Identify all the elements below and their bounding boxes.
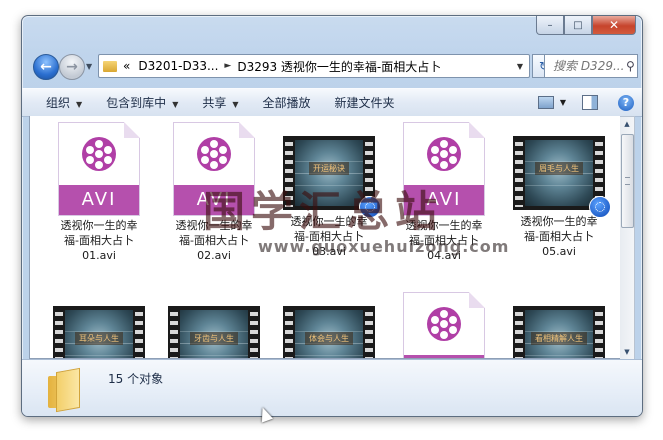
file-item[interactable]: AVI 透视你一生的幸 福-面相大占卜 01.avi [44, 122, 154, 263]
address-bar[interactable]: « D3201-D33... ► D3293 透视你一生的幸福-面相大占卜 ▼ [98, 54, 530, 78]
scrollbar-thumb[interactable] [621, 134, 634, 228]
file-name: 透视你一生的幸 福-面相大占卜 05.avi [504, 214, 614, 259]
file-item[interactable]: 耳朵与人生 [44, 292, 154, 358]
breadcrumb-crumb-1[interactable]: D3201-D33... [138, 59, 218, 73]
avi-file-icon: AVI [403, 292, 485, 358]
media-player-badge-icon [589, 196, 611, 218]
file-name-line: 透视你一生的幸 [60, 219, 138, 232]
video-thumbnail: 看相精解人生 [513, 306, 605, 358]
search-input[interactable] [551, 58, 625, 74]
back-button[interactable]: ← [33, 54, 59, 80]
file-name: 透视你一生的幸 福-面相大占卜 01.avi [44, 218, 154, 263]
chevron-right-icon[interactable]: ► [224, 61, 231, 71]
maximize-button[interactable]: □ [564, 16, 592, 35]
organize-label: 组织 [46, 96, 71, 110]
details-pane: 15 个对象 [22, 359, 642, 416]
change-view-icon[interactable] [537, 96, 554, 109]
vertical-scrollbar[interactable]: ▲ ▼ [620, 116, 635, 360]
view-tools: ▼ ? [537, 94, 634, 111]
close-button[interactable]: ✕ [592, 16, 636, 35]
breadcrumb-crumb-2[interactable]: D3293 透视你一生的幸福-面相大占卜 [237, 58, 441, 75]
file-item[interactable]: 体会与人生 [274, 292, 384, 358]
thumbnail-caption: 开运秘诀 [309, 162, 349, 175]
video-thumbnail: 体会与人生 [283, 306, 375, 358]
watermark-text: 国学汇总站 [203, 187, 444, 236]
search-icon[interactable]: ⚲ [626, 59, 635, 73]
file-item[interactable]: AVI [389, 292, 499, 358]
file-name-line: 02.avi [197, 249, 231, 262]
breadcrumb-overflow[interactable]: « [123, 59, 130, 73]
chevron-down-icon[interactable]: ▼ [560, 98, 566, 107]
item-count: 15 个对象 [108, 372, 164, 386]
folder-icon [48, 367, 82, 413]
file-name-line: 福-面相大占卜 [64, 234, 134, 247]
share-menu[interactable]: 共享 ▼ [190, 94, 250, 111]
chevron-down-icon: ▼ [76, 100, 83, 109]
thumbnail-caption: 牙齿与人生 [190, 332, 238, 345]
thumbnail-caption: 眉毛与人生 [535, 162, 583, 175]
file-name-line: 01.avi [82, 249, 116, 262]
file-item[interactable]: 看相精解人生 [504, 292, 614, 358]
organize-menu[interactable]: 组织 ▼ [22, 94, 94, 111]
include-library-label: 包含到库中 [106, 96, 167, 110]
avi-file-icon: AVI [58, 122, 140, 216]
caption-buttons: – □ ✕ [536, 16, 636, 35]
navigation-bar: ← → ▼ « D3201-D33... ► D3293 透视你一生的幸福-面相… [30, 52, 638, 80]
share-label: 共享 [202, 96, 227, 110]
video-thumbnail: 牙齿与人生 [168, 306, 260, 358]
thumbnail-caption: 体会与人生 [305, 332, 353, 345]
command-bar: 组织 ▼ 包含到库中 ▼ 共享 ▼ 全部播放 新建文件夹 ▼ ? [22, 88, 642, 117]
folder-icon [103, 60, 117, 72]
video-thumbnail: 眉毛与人生 [513, 136, 611, 218]
help-icon[interactable]: ? [618, 94, 634, 111]
search-box[interactable]: ⚲ [544, 54, 638, 78]
file-item[interactable]: 眉毛与人生 透视你一生的幸 福-面相大占卜 05.avi [504, 122, 614, 259]
file-name-line: 福-面相大占卜 [524, 230, 594, 243]
avi-label: AVI [59, 185, 139, 215]
scroll-down-icon[interactable]: ▼ [620, 345, 634, 359]
new-folder-button[interactable]: 新建文件夹 [323, 94, 407, 111]
recent-pages-dropdown-icon[interactable]: ▼ [86, 62, 92, 71]
minimize-button[interactable]: – [536, 16, 564, 35]
file-name-line: 05.avi [542, 245, 576, 258]
file-item[interactable]: 牙齿与人生 [159, 292, 269, 358]
play-all-button[interactable]: 全部播放 [251, 94, 323, 111]
chevron-down-icon: ▼ [172, 100, 179, 109]
watermark-url: www.guoxuehuizong.com [258, 237, 510, 256]
forward-button[interactable]: → [59, 54, 85, 80]
thumbnail-caption: 看相精解人生 [531, 332, 587, 345]
include-in-library-menu[interactable]: 包含到库中 ▼ [94, 94, 190, 111]
scroll-up-icon[interactable]: ▲ [620, 117, 634, 131]
thumbnail-caption: 耳朵与人生 [75, 332, 123, 345]
video-thumbnail: 耳朵与人生 [53, 306, 145, 358]
preview-pane-icon[interactable] [582, 95, 598, 110]
chevron-down-icon: ▼ [232, 100, 239, 109]
address-dropdown-icon[interactable]: ▼ [517, 62, 523, 71]
